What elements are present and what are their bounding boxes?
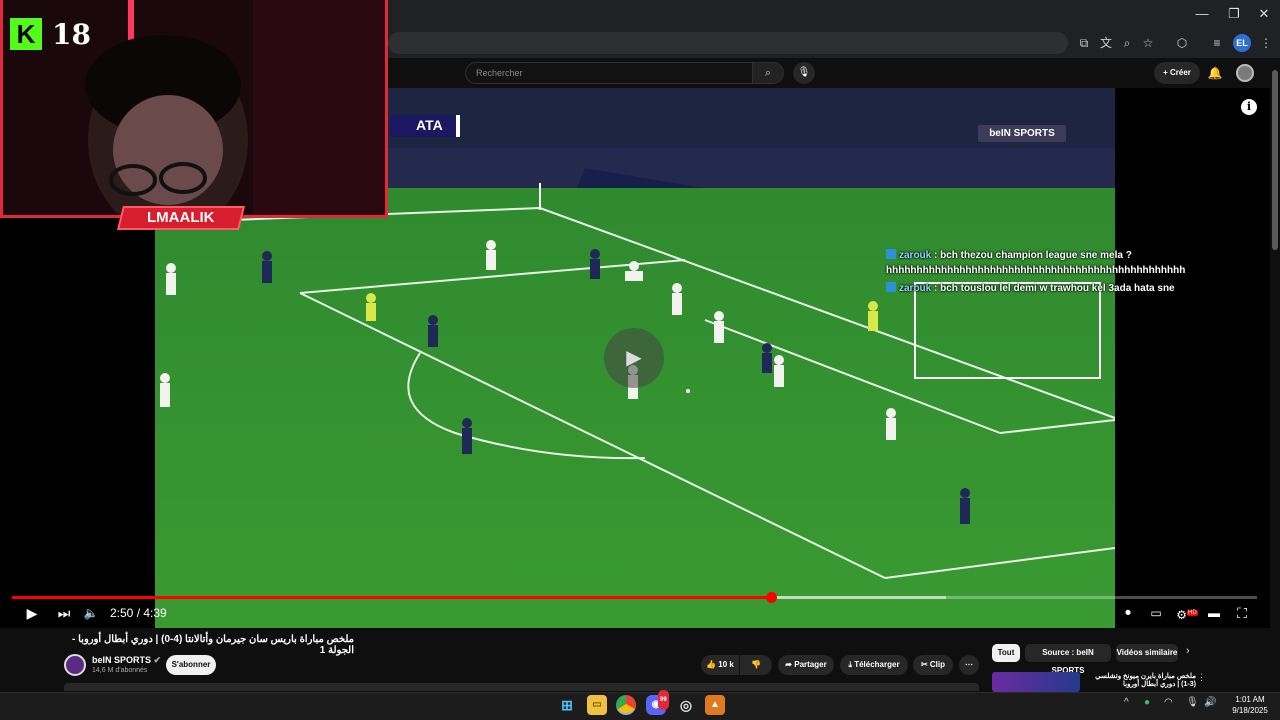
chip-similar[interactable]: Vidéos similaire (1116, 644, 1178, 662)
mic-icon[interactable]: 🎙 (793, 62, 815, 84)
chat-badge-icon (886, 249, 896, 259)
chat-line: hhhhhhhhhhhhhhhhhhhhhhhhhhhhhhhhhhhhhhhh… (886, 265, 1185, 276)
windows-taskbar (0, 692, 1280, 720)
subscriber-count: 14,6 M d'abonnés (92, 667, 148, 674)
close-icon[interactable]: ✕ (1254, 4, 1274, 24)
scissors-icon: ✂ (920, 660, 930, 669)
video-title: ملخص مباراة باريس سان جيرمان وأتالانتا (… (72, 634, 354, 656)
play-pause-icon[interactable]: ▶ (22, 603, 42, 623)
profile-avatar[interactable]: EL (1233, 34, 1251, 52)
restore-icon[interactable]: ❐ (1224, 4, 1244, 24)
dislike-button[interactable]: 👎 (740, 655, 772, 675)
cast-icon[interactable]: ⧉ (1074, 33, 1094, 53)
like-icon: 👍 (706, 660, 719, 669)
info-icon[interactable]: i (1241, 99, 1257, 115)
clock-time: 1:01 AM (1235, 695, 1265, 704)
plus-icon: + (1163, 68, 1170, 77)
account-avatar[interactable] (1236, 64, 1254, 82)
chat-line: zarouk : bch thezou champion league sne … (886, 249, 1132, 261)
create-label: Créer (1170, 68, 1191, 77)
app-icon[interactable]: ▲ (705, 695, 725, 715)
broadcaster-logo-left: beIN (989, 128, 1011, 139)
menu-kebab-icon[interactable]: ⋮ (1256, 33, 1276, 53)
clip-label: Clip (929, 660, 946, 669)
wifi-icon[interactable]: ◠ (1164, 697, 1173, 708)
streamer-name-badge: LMAALIK (117, 206, 245, 230)
next-icon[interactable]: ⏭ (54, 603, 74, 623)
zoom-icon[interactable]: ⌕ (1117, 33, 1137, 53)
channel-name[interactable]: beIN SPORTS ✔ (92, 655, 161, 666)
broadcaster-logo: beIN SPORTS (978, 125, 1066, 142)
create-button[interactable]: + Créer (1154, 62, 1200, 84)
bell-icon[interactable]: 🔔 (1205, 62, 1225, 84)
play-icon[interactable]: ▶ (604, 328, 664, 388)
file-explorer-icon[interactable]: ▭ (587, 695, 607, 715)
share-icon: ➦ (785, 660, 795, 669)
time-display: 2:50 / 4:39 (110, 606, 167, 620)
discord-icon[interactable]: ◉ 99 (646, 690, 669, 715)
share-label: Partager (794, 660, 827, 669)
chrome-icon[interactable] (616, 695, 636, 715)
discord-badge: 99 (658, 690, 669, 710)
chevron-up-icon[interactable]: ^ (1124, 697, 1129, 708)
download-label: Télécharger (854, 660, 900, 669)
search-input[interactable]: Rechercher (465, 62, 753, 84)
chat-username: zarouk (899, 250, 932, 261)
bookmark-star-icon[interactable]: ☆ (1138, 33, 1158, 53)
volume-icon[interactable]: 🔈 (82, 603, 100, 623)
chip-source[interactable]: Source : beIN SPORTS (1025, 644, 1111, 675)
related-video-thumbnail[interactable] (992, 672, 1080, 692)
extensions-icon[interactable]: ⬡ (1172, 33, 1192, 53)
verified-icon: ✔ (153, 655, 162, 665)
reading-list-icon[interactable]: ≡ (1207, 33, 1227, 53)
like-button[interactable]: 👍 10 k (701, 655, 739, 675)
related-video-title[interactable]: ملخص مباراة بايرن ميونخ وتشلسي (3-1) | د… (1086, 672, 1196, 692)
address-bar[interactable] (388, 32, 1068, 54)
hd-badge: HD (1187, 610, 1198, 616)
settings-icon[interactable]: ⚙HD (1176, 603, 1198, 623)
subtitles-icon[interactable]: ▭ (1146, 603, 1166, 623)
chat-message: hhhhhhhhhhhhhhhhhhhhhhhhhhhhhhhhhhhhhhhh… (886, 265, 1186, 276)
chat-message: : bch thezou champion league sne mela ? (931, 250, 1132, 261)
viewer-count: 18 (52, 18, 91, 51)
fullscreen-icon[interactable]: ⛶ (1232, 603, 1252, 623)
autoplay-toggle[interactable]: ⏺ (1116, 603, 1140, 623)
share-button[interactable]: ➦ Partager (778, 655, 834, 675)
scorebug: ATA (390, 115, 460, 137)
description-box[interactable] (64, 683, 979, 691)
minimize-icon[interactable]: — (1192, 4, 1212, 24)
status-dot-icon[interactable]: ● (1144, 697, 1150, 708)
streamer-name: LMAALIK (147, 209, 215, 226)
speaker-icon[interactable]: 🔊 (1204, 697, 1216, 708)
taskbar-clock[interactable]: 1:01 AM 9/18/2025 (1226, 694, 1274, 716)
chat-line: zarouk : bch touslou lel demi w trawhou … (886, 282, 1175, 294)
clock-date: 9/18/2025 (1232, 706, 1268, 715)
subscribe-button[interactable]: S'abonner (166, 655, 216, 675)
search-icon[interactable]: ⌕ (752, 62, 784, 84)
related-menu-icon[interactable]: ⋮ (1197, 672, 1206, 683)
kick-logo: K (10, 18, 42, 50)
broadcaster-logo-right: SPORTS (1013, 128, 1055, 139)
like-count: 10 k (718, 660, 734, 669)
mic-tray-icon[interactable]: 🎙 (1186, 697, 1199, 708)
download-button[interactable]: ⤓ Télécharger (840, 655, 908, 675)
windows-start-icon[interactable]: ⊞ (557, 695, 577, 715)
more-actions-icon[interactable]: ⋯ (959, 655, 979, 675)
chevron-right-icon[interactable]: › (1186, 645, 1190, 657)
obs-icon[interactable]: ◎ (676, 695, 696, 715)
channel-avatar[interactable] (64, 654, 86, 676)
scrollbar[interactable] (1272, 70, 1278, 250)
chat-badge-icon (886, 282, 896, 292)
chat-message: : bch touslou lel demi w trawhou kel 3ad… (931, 283, 1175, 294)
theater-mode-icon[interactable]: ▬ (1204, 603, 1224, 623)
progress-played (12, 596, 772, 599)
translate-icon[interactable]: 文 (1096, 33, 1116, 53)
dislike-icon: 👎 (751, 660, 761, 669)
chat-username: zarouk (899, 283, 932, 294)
chip-all[interactable]: Tout (992, 644, 1020, 662)
clip-button[interactable]: ✂ Clip (913, 655, 953, 675)
